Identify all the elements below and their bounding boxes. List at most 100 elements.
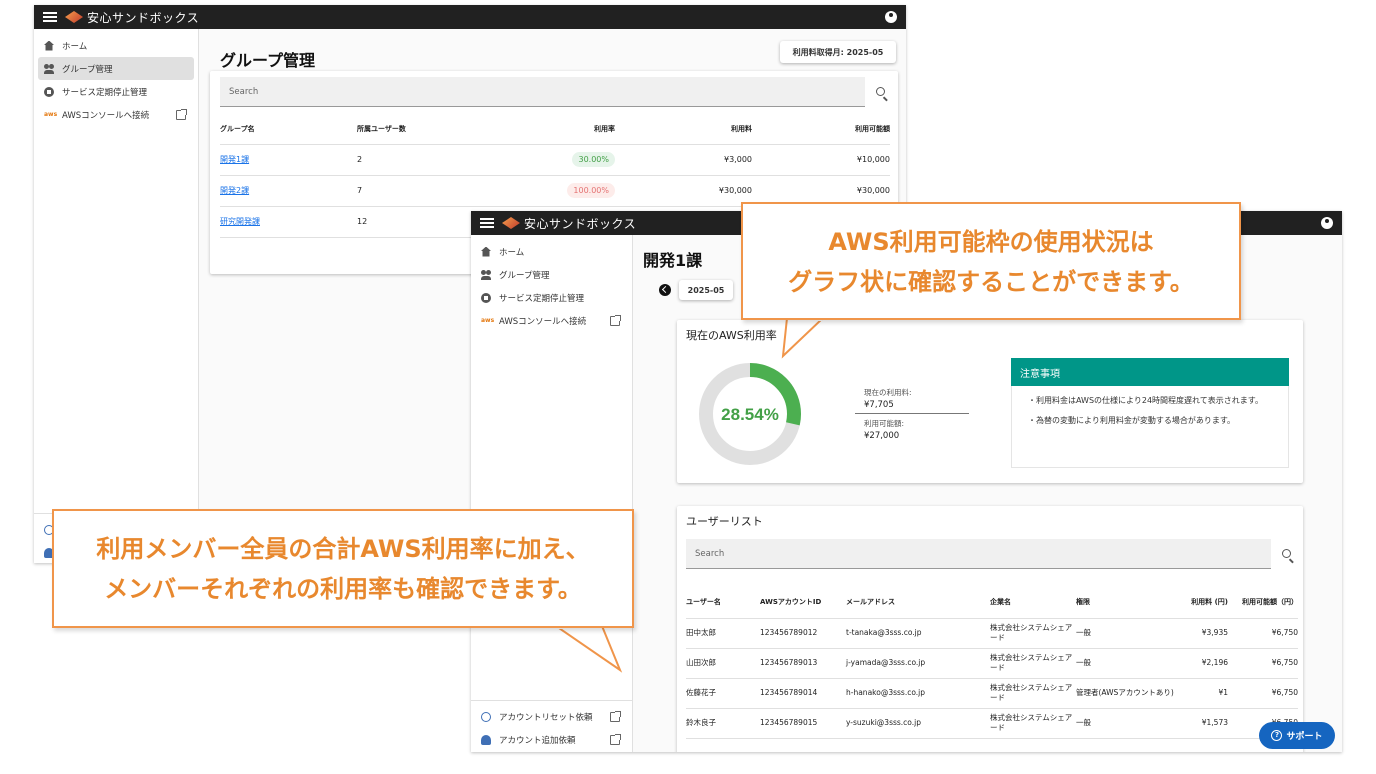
open-in-new-icon[interactable] <box>610 733 621 745</box>
sidebar-item-groups[interactable]: グループ管理 <box>475 263 628 286</box>
aws-usage-card: 現在のAWS利用率 28.54% 現在の利用料: ¥7,705 利用可能額: ¥… <box>677 320 1303 483</box>
help-icon <box>1271 730 1283 741</box>
group-link[interactable]: 研究開発課 <box>220 217 260 226</box>
bottom-callout: 利用メンバー全員の合計AWS利用率に加え、 メンバーそれぞれの利用率も確認できま… <box>52 509 634 628</box>
aws-icon: aws <box>481 316 495 324</box>
current-cost-label: 現在の利用料: <box>864 388 912 397</box>
user-table: ユーザー名 AWSアカウントID メールアドレス 企業名 権限 利用料 (円) … <box>686 588 1298 739</box>
app-title: 安心サンドボックス <box>87 10 200 25</box>
page-title: 開発1課 <box>643 251 703 270</box>
table-row: 佐藤花子 123456789014 h-hanako@3sss.co.jp 株式… <box>686 678 1298 709</box>
menu-icon[interactable] <box>480 218 494 228</box>
sidebar-item-label: ホーム <box>499 247 525 258</box>
column-header: ユーザー名 <box>686 588 760 619</box>
user-name: 田中太郎 <box>686 618 760 649</box>
sidebar-item-service-stop[interactable]: サービス定期停止管理 <box>38 80 194 103</box>
sidebar-item-aws-console[interactable]: aws AWSコンソールへ接続 <box>38 103 194 126</box>
cost-cell: ¥1,573 <box>1176 708 1232 739</box>
table-header-row: グループ名 所属ユーザー数 利用率 利用料 利用可能額 <box>220 114 890 145</box>
table-row: 開発1課 2 30.00% ¥3,000 ¥10,000 <box>220 144 890 176</box>
logo-icon <box>502 217 520 229</box>
cost-cell: ¥30,000 <box>615 175 752 207</box>
column-header: 利用料 <box>615 114 752 145</box>
role: 一般 <box>1076 618 1176 649</box>
sidebar-item-home[interactable]: ホーム <box>475 240 628 263</box>
sidebar-item-add-account[interactable]: アカウント追加依頼 <box>475 728 628 751</box>
column-header: AWSアカウントID <box>760 588 846 619</box>
open-in-new-icon[interactable] <box>610 314 621 326</box>
account-icon[interactable] <box>1321 217 1333 229</box>
aws-account-id: 123456789015 <box>760 708 846 739</box>
home-icon <box>44 40 54 51</box>
company: 株式会社システムシェアード <box>990 708 1076 739</box>
account-icon[interactable] <box>885 11 897 23</box>
column-header: 利用可能額（円） <box>1232 588 1298 619</box>
sidebar-item-account-reset[interactable]: アカウントリセット依頼 <box>475 705 628 728</box>
sidebar-item-label: グループ管理 <box>62 64 113 75</box>
stop-circle-icon <box>481 292 491 303</box>
limit-value: ¥27,000 <box>864 431 900 441</box>
cost-cell: ¥1 <box>1176 678 1232 709</box>
group-link[interactable]: 開発1課 <box>220 155 249 164</box>
sidebar-item-groups[interactable]: グループ管理 <box>38 57 194 80</box>
column-header: 権限 <box>1076 588 1176 619</box>
column-header: 利用料 (円) <box>1176 588 1232 619</box>
email: y-suzuki@3sss.co.jp <box>846 708 990 739</box>
table-row: 鈴木良子 123456789015 y-suzuki@3sss.co.jp 株式… <box>686 708 1298 739</box>
user-name: 鈴木良子 <box>686 708 760 739</box>
usage-card-title: 現在のAWS利用率 <box>686 329 777 342</box>
group-link[interactable]: 開発2課 <box>220 186 249 195</box>
sidebar-item-label: アカウントリセット依頼 <box>499 712 593 723</box>
sidebar-item-service-stop[interactable]: サービス定期停止管理 <box>475 286 628 309</box>
table-header-row: ユーザー名 AWSアカウントID メールアドレス 企業名 権限 利用料 (円) … <box>686 588 1298 619</box>
notice-line: ・利用料金はAWSの仕様により24時間程度遅れて表示されます。 <box>1028 396 1264 405</box>
open-in-new-icon[interactable] <box>610 710 621 722</box>
sidebar-item-home[interactable]: ホーム <box>38 34 194 57</box>
group-search-input[interactable]: Search <box>220 77 865 107</box>
home-icon <box>481 246 491 257</box>
menu-icon[interactable] <box>43 12 57 22</box>
email: h-hanako@3sss.co.jp <box>846 678 990 709</box>
company: 株式会社システムシェアード <box>990 678 1076 709</box>
sidebar-item-label: AWSコンソールへ接続 <box>62 110 150 121</box>
cost-cell: ¥3,935 <box>1176 618 1232 649</box>
column-header: 利用率 <box>507 114 615 145</box>
logo-icon <box>65 11 83 23</box>
column-header: 利用可能額 <box>752 114 890 145</box>
limit-cell: ¥10,000 <box>752 144 890 176</box>
callout-line: AWS利用可能枠の使用状況は <box>828 228 1154 256</box>
cost-cell: ¥2,196 <box>1176 648 1232 679</box>
table-row: 田中太郎 123456789012 t-tanaka@3sss.co.jp 株式… <box>686 618 1298 649</box>
user-name: 山田次郎 <box>686 648 760 679</box>
search-icon[interactable] <box>1282 549 1291 558</box>
limit-cell: ¥6,750 <box>1232 678 1298 709</box>
sidebar: ホーム グループ管理 サービス定期停止管理 aws AWSコンソールへ接続 <box>34 29 199 563</box>
previous-month-icon[interactable] <box>659 284 671 296</box>
sidebar-item-aws-console[interactable]: aws AWSコンソールへ接続 <box>475 309 628 332</box>
search-icon[interactable] <box>876 87 885 96</box>
user-list-card: ユーザーリスト Search ユーザー名 AWSアカウントID メールアドレス … <box>677 506 1303 752</box>
user-count: 2 <box>357 144 507 176</box>
top-callout-tail <box>781 318 825 359</box>
role: 一般 <box>1076 708 1176 739</box>
sidebar-item-label: アカウント追加依頼 <box>499 735 576 746</box>
sidebar-bottom: アカウントリセット依頼 アカウント追加依頼 <box>471 700 632 752</box>
month-selector[interactable]: 2025-05 <box>679 280 733 300</box>
support-label: サポート <box>1286 732 1323 742</box>
app-bar: 安心サンドボックス <box>34 5 906 29</box>
open-in-new-icon[interactable] <box>176 108 187 120</box>
user-search-input[interactable]: Search <box>686 539 1271 569</box>
user-list-title: ユーザーリスト <box>686 515 763 528</box>
current-cost-value: ¥7,705 <box>864 400 894 410</box>
notice-body: ・利用料金はAWSの仕様により24時間程度遅れて表示されます。 ・為替の変動によ… <box>1011 386 1289 468</box>
support-button[interactable]: サポート <box>1259 722 1335 749</box>
sidebar-item-label: グループ管理 <box>499 270 550 281</box>
aws-account-id: 123456789012 <box>760 618 846 649</box>
divider <box>855 413 969 414</box>
aws-account-id: 123456789014 <box>760 678 846 709</box>
account-circle-icon <box>481 711 491 722</box>
notice-line: ・為替の変動により利用料金が変動する場合があります。 <box>1028 416 1236 426</box>
usage-donut-chart: 28.54% <box>699 363 801 465</box>
limit-label: 利用可能額: <box>864 419 905 428</box>
user-name: 佐藤花子 <box>686 678 760 709</box>
